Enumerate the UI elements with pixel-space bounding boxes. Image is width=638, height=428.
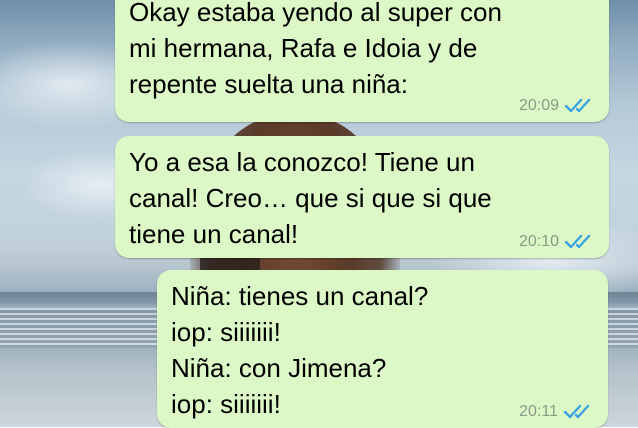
message-line: Yo a esa la conozco! Tiene un [129,147,475,177]
message-meta: 20:11 [519,402,594,422]
message-timestamp: 20:09 [518,97,559,114]
message-timestamp: 20:11 [519,403,558,420]
message-line: Okay estaba yendo al super con [129,0,502,27]
message-line: iop: siiiiiii! [171,389,281,419]
double-check-read-icon [565,234,591,249]
message-meta: 20:10 [519,232,595,252]
message-line: iop: siiiiiii! [171,317,281,347]
message-bubble-outgoing[interactable]: Niña: tienes un canal? iop: siiiiiii! Ni… [157,270,608,428]
message-text: Okay estaba yendo al super con mi herman… [129,0,502,102]
message-line: canal! Creo… que si que si que [129,183,492,213]
message-line: tiene un canal! [129,219,299,249]
message-bubble-outgoing[interactable]: Okay estaba yendo al super con mi herman… [115,0,609,122]
message-timestamp: 20:10 [518,233,559,250]
message-line: repente suelta una niña: [129,69,408,99]
message-bubble-outgoing[interactable]: Yo a esa la conozco! Tiene un canal! Cre… [115,136,609,258]
message-line: Niña: con Jimena? [171,353,387,383]
message-meta: 20:09 [519,96,595,116]
message-line: mi hermana, Rafa e Idoia y de [129,33,478,63]
double-check-read-icon [564,404,590,419]
message-text: Yo a esa la conozco! Tiene un canal! Cre… [129,144,492,252]
message-text: Niña: tienes un canal? iop: siiiiiii! Ni… [171,278,428,422]
double-check-read-icon [565,98,591,113]
message-line: Niña: tienes un canal? [171,281,429,311]
